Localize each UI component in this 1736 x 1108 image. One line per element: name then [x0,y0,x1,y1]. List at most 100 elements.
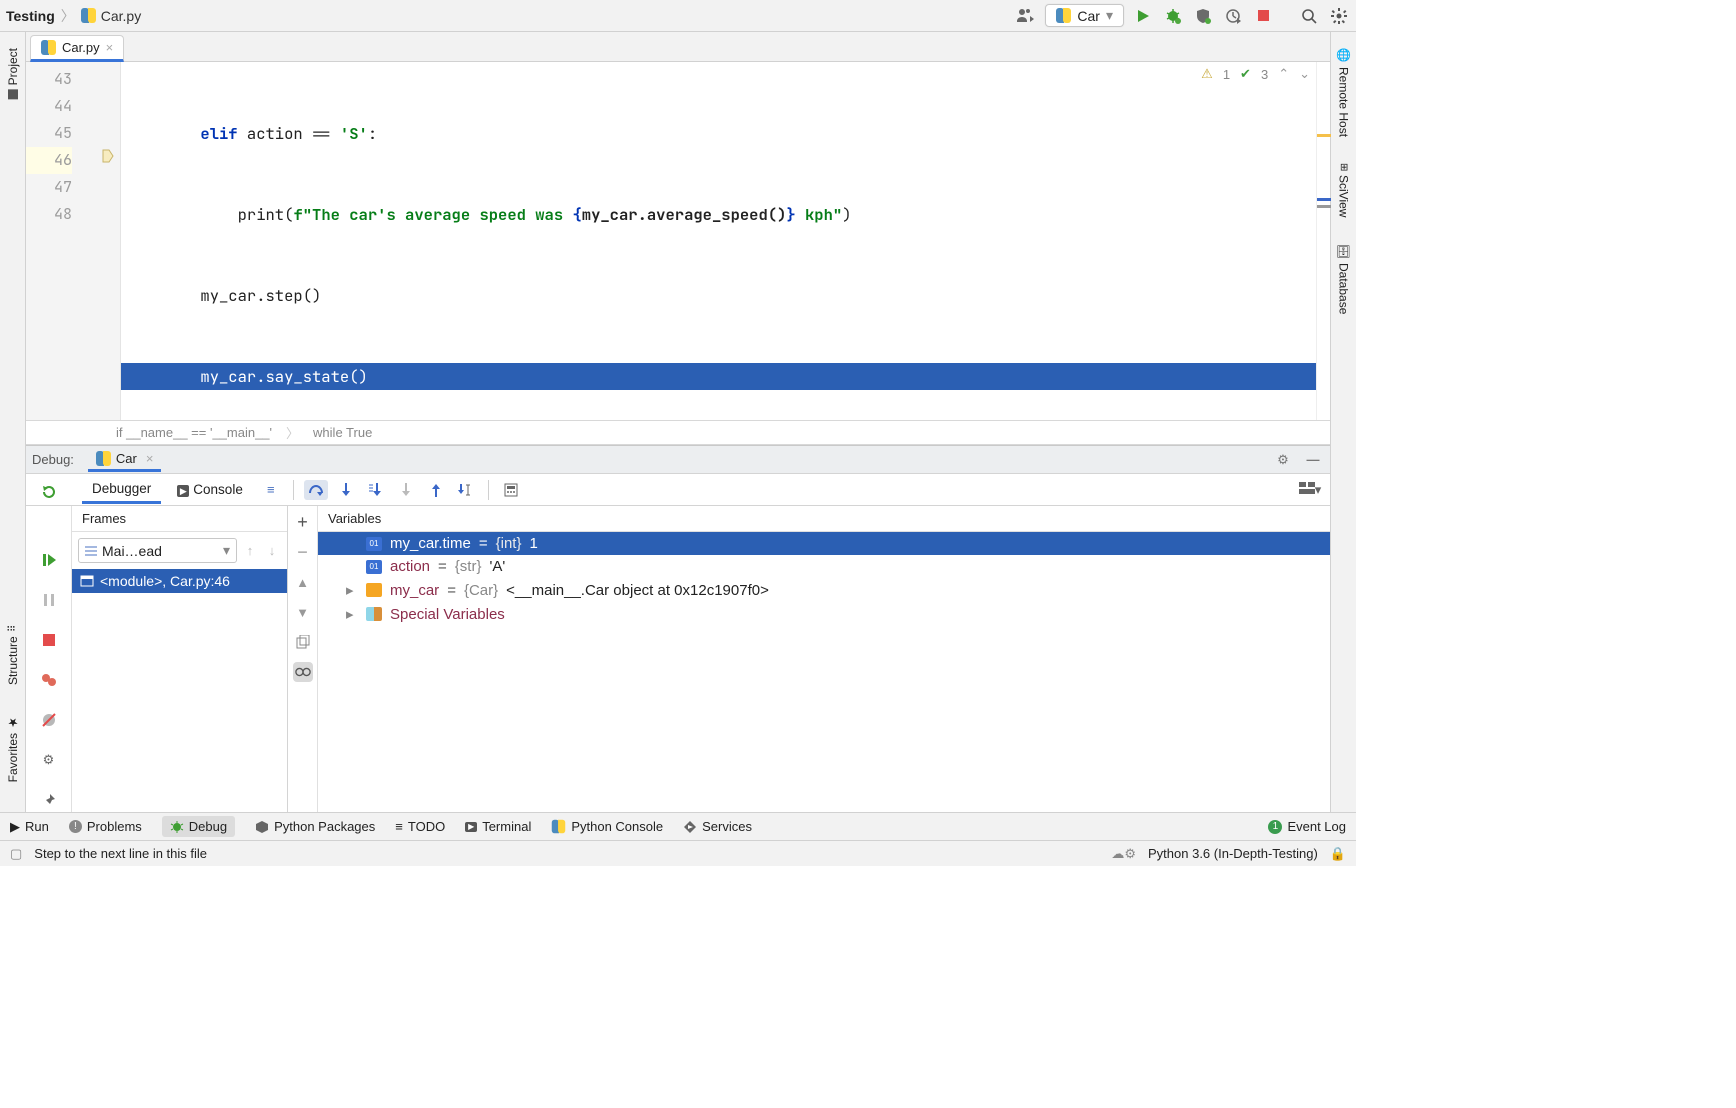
debug-session-tab[interactable]: Car × [88,448,162,472]
thread-selector[interactable]: Mai…ead ▾ [78,538,237,563]
prev-frame-button[interactable]: ↑ [241,543,259,558]
code-text: } [786,204,795,225]
sciview-label: SciView [1337,175,1351,217]
python-console-button[interactable]: Python Console [551,819,663,834]
variable-name: my_car.time [390,535,471,552]
mute-breakpoints-button[interactable] [37,708,61,732]
variable-item[interactable]: 01action = {str} 'A' [318,555,1330,578]
profile-button[interactable] [1222,5,1244,27]
layout-icon[interactable]: ▾ [1298,482,1322,498]
line-number[interactable]: 44 [26,93,72,120]
add-watch-button[interactable]: + [293,512,313,532]
line-number[interactable]: 48 [26,201,72,228]
event-log-button[interactable]: 1 Event Log [1268,819,1346,834]
line-number[interactable]: 45 [26,120,72,147]
project-name[interactable]: Testing [6,8,55,24]
editor-scrollbar[interactable] [1316,62,1330,420]
evaluate-icon[interactable] [499,483,523,497]
keyword: elif [200,123,237,144]
variable-item[interactable]: 01my_car.time = {int} 1 [318,532,1330,555]
move-up-button[interactable]: ▲ [293,572,313,592]
stack-frame-label: <module>, Car.py:46 [100,573,230,589]
terminal-tool-button[interactable]: ▶ Terminal [465,819,531,834]
event-log-label: Event Log [1287,819,1346,834]
favorites-label: Favorites [6,733,20,782]
code-indent [126,366,200,387]
resume-button[interactable] [37,548,61,572]
console-tab[interactable]: ▶Console [167,477,253,502]
sciview-button[interactable]: ⊞SciView [1337,157,1351,224]
code-area[interactable]: elif action == 'S': print(f"The car's av… [121,62,1330,420]
problems-tool-button[interactable]: ! Problems [69,819,142,834]
close-tab-icon[interactable]: × [106,40,114,55]
line-number[interactable]: 47 [26,174,72,201]
chevron-down-icon[interactable]: ⌄ [1299,66,1310,82]
stack-frame[interactable]: <module>, Car.py:46 [72,569,287,593]
run-to-cursor-icon[interactable] [454,482,478,498]
threads-icon[interactable]: ≡ [259,482,283,497]
breadcrumb-segment[interactable]: while True [313,425,372,440]
sync-icon[interactable]: ☁⚙ [1111,846,1136,862]
duplicate-button[interactable] [293,632,313,652]
step-into-my-code-icon[interactable] [364,482,388,498]
run-button[interactable] [1132,5,1154,27]
database-button[interactable]: 🗄Database [1337,238,1351,321]
line-number[interactable]: 43 [26,66,72,93]
move-down-button[interactable]: ▼ [293,602,313,622]
line-number-current[interactable]: 46 [26,147,72,174]
remove-watch-button[interactable]: − [293,542,313,562]
variable-item[interactable]: ▸Special Variables [318,602,1330,626]
view-breakpoints-button[interactable] [37,668,61,692]
user-icon[interactable] [1015,5,1037,27]
debug-more-settings-button[interactable]: ⚙ [37,748,61,772]
remote-host-button[interactable]: 🌐Remote Host [1337,42,1351,143]
inspection-widget[interactable]: ⚠ 1 ✔ 3 ⌃ ⌄ [1201,66,1310,82]
settings-icon[interactable] [1328,5,1350,27]
force-step-into-icon[interactable] [394,482,418,498]
debug-settings-icon[interactable]: ⚙ [1272,449,1294,471]
run-coverage-button[interactable] [1192,5,1214,27]
step-over-icon[interactable] [304,480,328,500]
pin-button[interactable] [37,788,61,812]
step-out-icon[interactable] [424,482,448,498]
variable-type-icon: 01 [366,560,382,574]
services-tool-button[interactable]: Services [683,819,752,834]
todo-tool-button[interactable]: ≡ TODO [395,819,445,834]
interpreter-label[interactable]: Python 3.6 (In-Depth-Testing) [1148,846,1318,861]
project-tool-button[interactable]: Project [6,42,20,105]
structure-tool-button[interactable]: Structure ⠿ [6,619,20,691]
debug-tool-button[interactable]: Debug [162,816,235,837]
problems-icon: ! [69,820,82,833]
next-frame-button[interactable]: ↓ [263,543,281,558]
stop-debug-button[interactable] [37,628,61,652]
stop-button[interactable] [1252,5,1274,27]
search-icon[interactable] [1298,5,1320,27]
python-packages-button[interactable]: Python Packages [255,819,375,834]
step-into-icon[interactable] [334,482,358,498]
pause-button[interactable] [37,588,61,612]
editor-tabbar: Car.py × [26,32,1330,62]
breadcrumb-segment[interactable]: if __name__ == '__main__' [116,425,272,440]
variables-pane: Variables 01my_car.time = {int} 101actio… [318,506,1330,812]
code-editor[interactable]: 43 44 45 46 47 48 elif action == 'S': pr… [26,62,1330,420]
run-tool-button[interactable]: ▶ Run [10,819,49,835]
debug-button[interactable] [1162,5,1184,27]
expand-icon[interactable]: ▸ [346,581,358,599]
expand-icon[interactable]: ▸ [346,605,358,623]
editor-tab-car[interactable]: Car.py × [30,35,124,62]
code-indent [126,285,200,306]
debugger-tab[interactable]: Debugger [82,476,161,504]
close-session-icon[interactable]: × [146,451,154,466]
run-configuration-selector[interactable]: Car ▾ [1045,4,1124,27]
breadcrumb-separator: 〉 [286,423,299,442]
breadcrumb-file[interactable]: Car.py [81,8,141,24]
chevron-up-icon[interactable]: ⌃ [1278,66,1289,82]
rerun-button[interactable] [37,480,61,504]
variable-value: <__main__.Car object at 0x12c1907f0> [506,582,769,599]
lock-icon[interactable]: 🔒 [1330,846,1346,862]
variable-item[interactable]: ▸my_car = {Car} <__main__.Car object at … [318,578,1330,602]
favorites-tool-button[interactable]: Favorites ★ [6,709,20,788]
quick-list-icon[interactable]: ▢ [10,846,22,862]
minimize-icon[interactable]: — [1302,449,1324,471]
show-watches-button[interactable] [293,662,313,682]
